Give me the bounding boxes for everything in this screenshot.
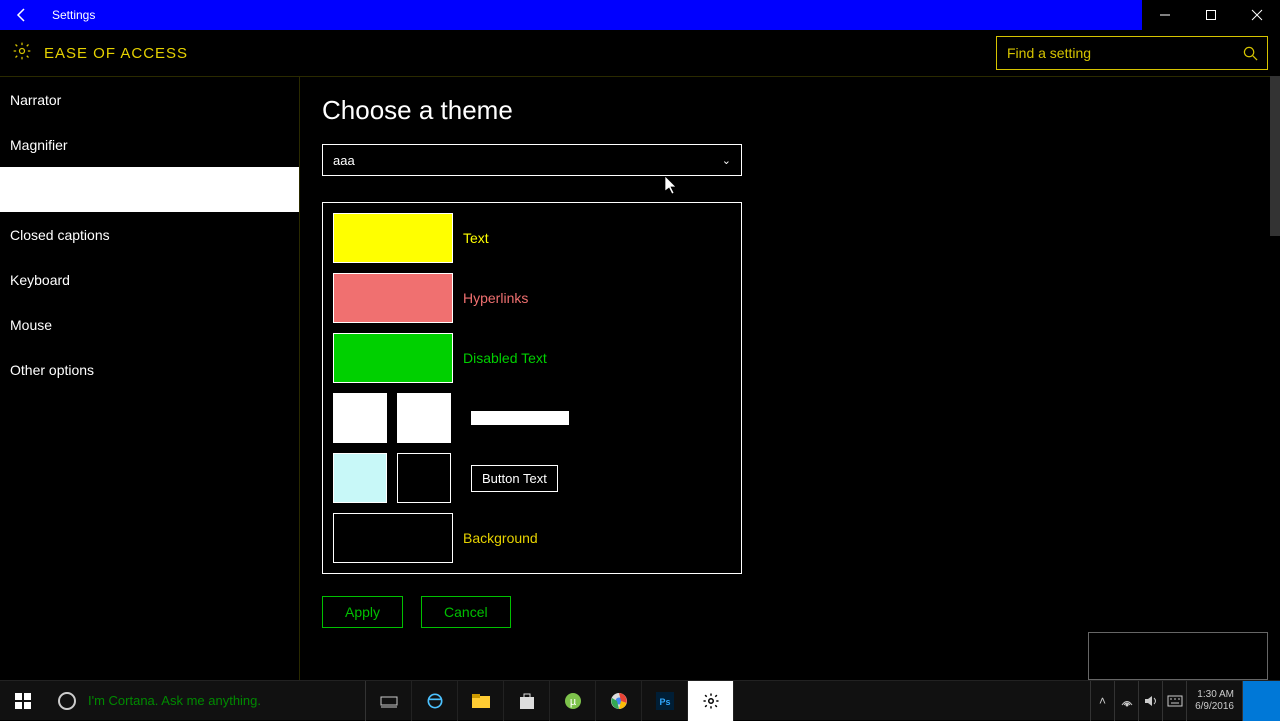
tray-clock[interactable]: 1:30 AM 6/9/2016 (1186, 681, 1242, 721)
close-button[interactable] (1234, 0, 1280, 30)
sidebar-item-label: Other options (10, 362, 94, 378)
dropdown-value: aaa (333, 153, 355, 168)
row-label-text: Text (463, 230, 489, 246)
taskbar-app-utorrent[interactable]: µ (550, 681, 596, 721)
swatch-selected-bg[interactable] (397, 393, 451, 443)
swatch-background[interactable] (333, 513, 453, 563)
vertical-scrollbar[interactable] (1270, 76, 1280, 680)
swatch-button-bg[interactable] (397, 453, 451, 503)
swatch-hyperlinks[interactable] (333, 273, 453, 323)
row-label-hyperlinks: Hyperlinks (463, 290, 528, 306)
theme-dropdown[interactable]: aaa ⌄ (322, 144, 742, 176)
taskbar-app-chrome[interactable] (596, 681, 642, 721)
swatch-selected-fg[interactable] (333, 393, 387, 443)
sidebar-item-high-contrast[interactable] (0, 167, 299, 212)
cancel-button[interactable]: Cancel (421, 596, 511, 628)
sidebar-item-mouse[interactable]: Mouse (0, 302, 299, 347)
settings-header: EASE OF ACCESS (0, 30, 1280, 76)
taskbar-app-photoshop[interactable]: Ps (642, 681, 688, 721)
taskbar-app-edge[interactable] (412, 681, 458, 721)
row-label-button-text: Button Text (471, 465, 558, 492)
chevron-down-icon: ⌄ (722, 154, 731, 167)
page-heading: Choose a theme (322, 95, 1280, 126)
row-label-disabled: Disabled Text (463, 350, 547, 366)
sidebar-item-closed-captions[interactable]: Closed captions (0, 212, 299, 257)
swatch-disabled-text[interactable] (333, 333, 453, 383)
content-pane: Choose a theme aaa ⌄ Text Hyperlinks Dis… (300, 77, 1280, 680)
category-title: EASE OF ACCESS (44, 45, 188, 62)
sidebar-item-keyboard[interactable]: Keyboard (0, 257, 299, 302)
selected-text-bar (471, 411, 569, 425)
taskbar: I'm Cortana. Ask me anything. µ Ps ˄ 1:3… (0, 680, 1280, 720)
sidebar-item-label: Mouse (10, 317, 52, 333)
window-titlebar: Settings (0, 0, 1280, 30)
minimize-button[interactable] (1142, 0, 1188, 30)
svg-text:µ: µ (569, 696, 576, 708)
sidebar-item-label: Keyboard (10, 272, 70, 288)
theme-preview-box: Text Hyperlinks Disabled Text Button Tex… (322, 202, 742, 574)
sidebar-item-narrator[interactable]: Narrator (0, 77, 299, 122)
cortana-icon (58, 692, 76, 710)
sidebar-item-label: Closed captions (10, 227, 110, 243)
row-label-background: Background (463, 530, 538, 546)
sidebar-item-label: Narrator (10, 92, 61, 108)
cortana-placeholder: I'm Cortana. Ask me anything. (88, 693, 261, 708)
tray-network-icon[interactable] (1114, 681, 1138, 721)
taskbar-app-explorer[interactable] (458, 681, 504, 721)
search-box[interactable] (996, 36, 1268, 70)
svg-text:Ps: Ps (659, 697, 670, 707)
scrollbar-thumb[interactable] (1270, 76, 1280, 236)
cortana-search[interactable]: I'm Cortana. Ask me anything. (46, 681, 366, 721)
tray-overlay-popup (1088, 632, 1268, 680)
sidebar: Narrator Magnifier Closed captions Keybo… (0, 77, 300, 680)
apply-button[interactable]: Apply (322, 596, 403, 628)
taskbar-app-settings[interactable] (688, 681, 734, 721)
tray-date: 6/9/2016 (1195, 701, 1234, 713)
tray-action-center[interactable] (1242, 681, 1280, 721)
gear-icon (12, 41, 32, 66)
back-button[interactable] (0, 0, 44, 30)
tray-time: 1:30 AM (1195, 689, 1234, 701)
swatch-text[interactable] (333, 213, 453, 263)
sidebar-item-other-options[interactable]: Other options (0, 347, 299, 392)
search-icon (1233, 46, 1267, 61)
search-input[interactable] (997, 45, 1233, 61)
maximize-button[interactable] (1188, 0, 1234, 30)
tray-keyboard-icon[interactable] (1162, 681, 1186, 721)
tray-chevron-up-icon[interactable]: ˄ (1090, 681, 1114, 721)
start-button[interactable] (0, 681, 46, 721)
sidebar-item-label: Magnifier (10, 137, 68, 153)
tray-volume-icon[interactable] (1138, 681, 1162, 721)
window-title: Settings (44, 8, 95, 22)
sidebar-item-magnifier[interactable]: Magnifier (0, 122, 299, 167)
swatch-button-fg[interactable] (333, 453, 387, 503)
task-view-button[interactable] (366, 681, 412, 721)
system-tray: ˄ 1:30 AM 6/9/2016 (1090, 681, 1280, 721)
taskbar-app-store[interactable] (504, 681, 550, 721)
